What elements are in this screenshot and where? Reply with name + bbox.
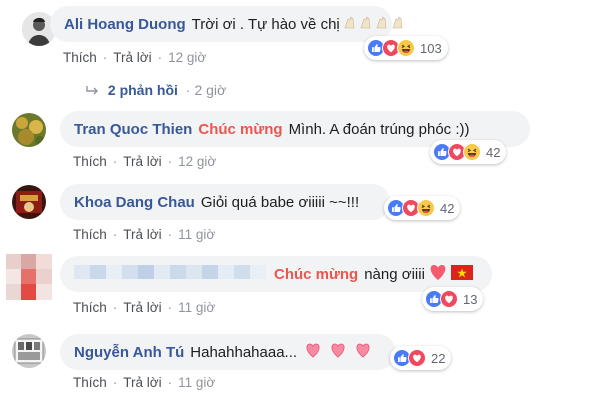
reaction-summary[interactable]: 42 — [384, 196, 461, 220]
avatar[interactable] — [12, 185, 46, 219]
comment-actions: Thích · Trả lời · 11 giờ — [73, 300, 216, 315]
avatar-photo-icon — [12, 185, 46, 219]
reply-arrow-icon — [86, 82, 102, 98]
comment-time[interactable]: 12 giờ — [178, 154, 216, 169]
haha-icon — [397, 39, 415, 57]
reply-link[interactable]: Trả lời — [123, 375, 161, 390]
reaction-count: 103 — [420, 40, 442, 56]
like-link[interactable]: Thích — [73, 154, 107, 169]
comment-text: Giỏi quá babe ơiiiii ~~!!! — [200, 193, 360, 211]
love-icon — [408, 349, 426, 367]
comment-text: Trời ơi . Tự hào về chị — [191, 15, 340, 33]
reply-link[interactable]: Trả lời — [123, 154, 161, 169]
comment-bubble: Chúc mừng nàng ơiiii — [60, 256, 492, 292]
comment-tag[interactable]: Chúc mừng — [274, 266, 358, 283]
replies-count[interactable]: 2 phản hồi — [108, 82, 178, 98]
commenter-name[interactable]: Khoa Dang Chau — [74, 194, 195, 211]
reaction-count: 42 — [440, 200, 455, 216]
vietnam-flag-icon — [450, 264, 473, 284]
avatar-photo-icon — [12, 113, 46, 147]
comment-time[interactable]: 11 giờ — [178, 375, 215, 390]
blurred-name-icon — [74, 263, 266, 285]
comment-text: Mình. A đoán trúng phóc :)) — [288, 120, 470, 138]
avatar-photo-icon — [12, 334, 46, 368]
commenter-name[interactable]: Ali Hoang Duong — [64, 16, 186, 33]
comment-actions: Thích · Trả lời · 11 giờ — [73, 227, 216, 242]
reply-link[interactable]: Trả lời — [123, 227, 161, 242]
like-link[interactable]: Thích — [73, 375, 107, 390]
clap-emoji-icon — [343, 15, 407, 33]
blurred-avatar-icon — [6, 254, 52, 300]
comment-text: nàng ơiiii — [364, 265, 425, 283]
reaction-summary[interactable]: 22 — [390, 346, 452, 370]
haha-icon — [463, 143, 481, 161]
reaction-summary[interactable]: 13 — [422, 287, 484, 311]
comment-actions: Thích · Trả lời · 12 giờ — [63, 50, 207, 65]
replies-time: 2 giờ — [194, 82, 227, 98]
reply-link[interactable]: Trả lời — [113, 50, 151, 65]
comment-time[interactable]: 12 giờ — [168, 50, 206, 65]
reaction-count: 42 — [486, 144, 501, 160]
comment-time[interactable]: 11 giờ — [178, 300, 215, 315]
reaction-count: 22 — [431, 350, 446, 366]
comment-bubble: Khoa Dang Chau Giỏi quá babe ơiiiii ~~!!… — [60, 184, 390, 220]
comment-bubble: Ali Hoang Duong Trời ơi . Tự hào về chị — [50, 6, 403, 42]
reaction-summary[interactable]: 103 — [364, 36, 448, 60]
avatar[interactable] — [12, 113, 46, 147]
hearts-icon — [305, 342, 373, 362]
like-link[interactable]: Thích — [63, 50, 97, 65]
avatar[interactable] — [6, 254, 52, 300]
comment-time[interactable]: 11 giờ — [178, 227, 215, 242]
reply-link[interactable]: Trả lời — [123, 300, 161, 315]
commenter-name[interactable]: Nguyễn Anh Tú — [74, 344, 184, 361]
view-replies[interactable]: 2 phản hồi · 2 giờ — [86, 82, 226, 98]
haha-icon — [417, 199, 435, 217]
like-link[interactable]: Thích — [73, 300, 107, 315]
comment-actions: Thích · Trả lời · 12 giờ — [73, 154, 217, 169]
comment-actions: Thích · Trả lời · 11 giờ — [73, 375, 216, 390]
comment-text: Hahahhahaaa... — [190, 343, 298, 361]
avatar[interactable] — [12, 334, 46, 368]
like-link[interactable]: Thích — [73, 227, 107, 242]
reaction-summary[interactable]: 42 — [430, 140, 507, 164]
comment-tag[interactable]: Chúc mừng — [198, 121, 282, 138]
reaction-count: 13 — [463, 291, 478, 307]
love-icon — [440, 290, 458, 308]
commenter-name[interactable]: Tran Quoc Thien — [74, 121, 192, 138]
heart-icon — [428, 263, 448, 285]
comment-bubble: Nguyễn Anh Tú Hahahhahaaa... — [60, 334, 396, 370]
